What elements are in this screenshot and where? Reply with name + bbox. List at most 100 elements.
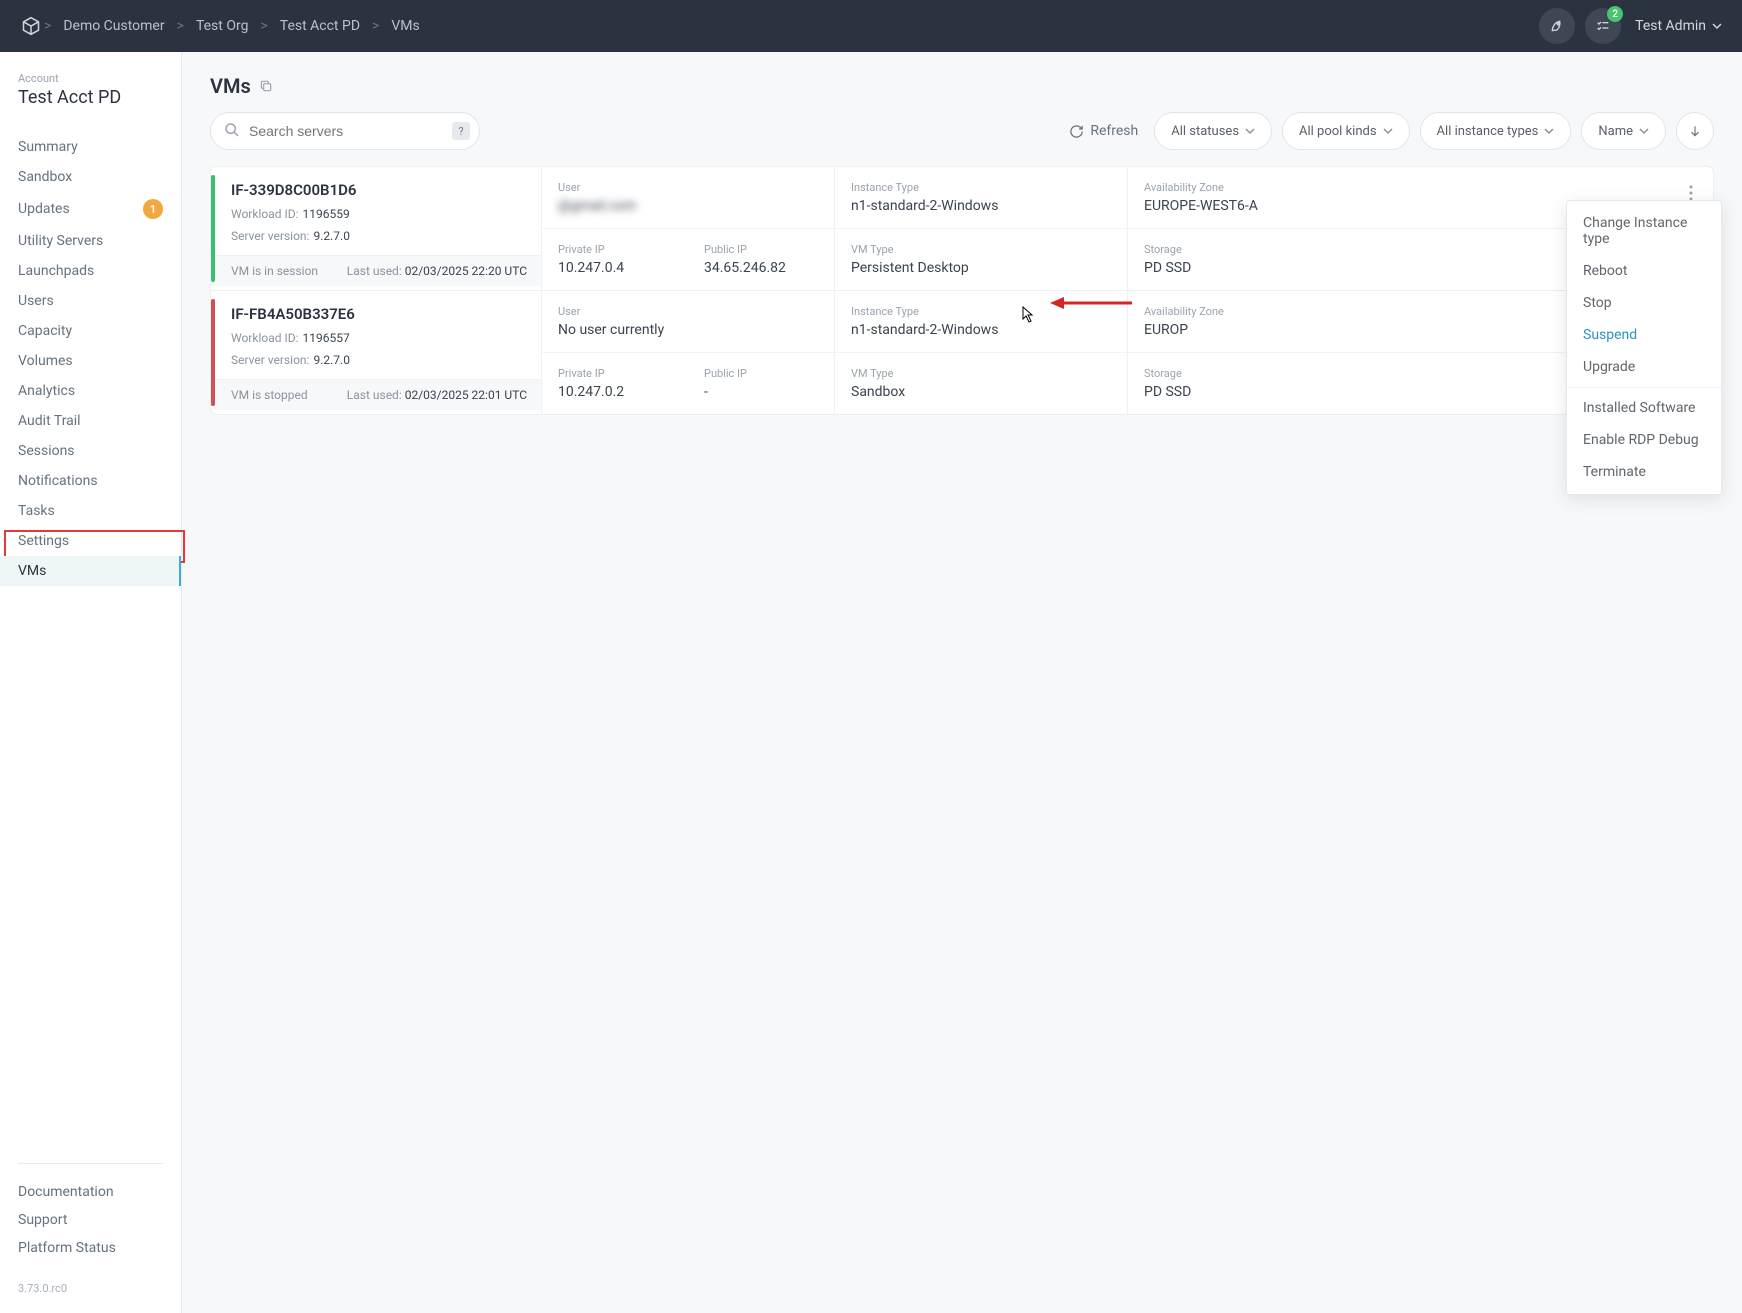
- label-instance-type: Instance Type: [851, 181, 1111, 194]
- vm-last-used: Last used: 02/03/2025 22:20 UTC: [347, 264, 527, 278]
- context-menu: Change Instance typeRebootStopSuspendUpg…: [1566, 200, 1722, 495]
- sidebar-item-sandbox[interactable]: Sandbox: [0, 162, 181, 192]
- chevron-down-icon: [1383, 126, 1393, 136]
- sidebar-item-label: Utility Servers: [18, 233, 103, 249]
- chevron-down-icon: [1245, 126, 1255, 136]
- sidebar-footer-documentation[interactable]: Documentation: [0, 1178, 181, 1206]
- user-menu[interactable]: Test Admin: [1635, 18, 1722, 34]
- sidebar-item-label: Summary: [18, 139, 78, 155]
- menu-item-upgrade[interactable]: Upgrade: [1567, 351, 1721, 383]
- filter-statuses[interactable]: All statuses: [1154, 112, 1272, 150]
- vm-workload: Workload ID:1196559: [231, 207, 527, 221]
- menu-item-enable-rdp-debug[interactable]: Enable RDP Debug: [1567, 424, 1721, 456]
- sidebar-item-sessions[interactable]: Sessions: [0, 436, 181, 466]
- sidebar-item-settings[interactable]: Settings: [0, 526, 181, 556]
- sidebar-item-capacity[interactable]: Capacity: [0, 316, 181, 346]
- refresh-button[interactable]: Refresh: [1069, 123, 1144, 139]
- menu-item-terminate[interactable]: Terminate: [1567, 456, 1721, 488]
- menu-item-suspend[interactable]: Suspend: [1567, 319, 1721, 351]
- vm-public-ip: -: [704, 384, 818, 400]
- label-storage: Storage: [1144, 367, 1404, 380]
- search-icon: [224, 122, 240, 138]
- sidebar-item-label: Capacity: [18, 323, 72, 339]
- toolbar: ? Refresh All statuses All pool kinds Al…: [210, 112, 1714, 150]
- topbar: > Demo Customer > Test Org > Test Acct P…: [0, 0, 1742, 52]
- label-storage: Storage: [1144, 243, 1404, 256]
- label-private-ip: Private IP: [558, 367, 672, 380]
- search-box: ?: [210, 112, 480, 150]
- label-vm-type: VM Type: [851, 367, 1111, 380]
- account-label: Account: [0, 72, 181, 85]
- sidebar-item-summary[interactable]: Summary: [0, 132, 181, 162]
- sidebar-item-audit-trail[interactable]: Audit Trail: [0, 406, 181, 436]
- vm-status-text: VM is in session: [231, 264, 318, 278]
- vm-name: IF-339D8C00B1D6: [231, 181, 527, 199]
- breadcrumb-sep: >: [42, 18, 53, 34]
- notification-badge: 2: [1607, 6, 1623, 22]
- status-strip: [211, 175, 215, 282]
- vm-workload: Workload ID:1196557: [231, 331, 527, 345]
- vm-type: Sandbox: [851, 384, 1111, 400]
- sidebar-item-label: Settings: [18, 533, 69, 549]
- sidebar-item-label: VMs: [18, 563, 46, 579]
- copy-icon[interactable]: [259, 79, 273, 93]
- label-user: User: [558, 305, 818, 318]
- chevron-down-icon: [1639, 126, 1649, 136]
- tasks-icon[interactable]: 2: [1585, 8, 1621, 44]
- sidebar-item-launchpads[interactable]: Launchpads: [0, 256, 181, 286]
- sidebar-item-analytics[interactable]: Analytics: [0, 376, 181, 406]
- sidebar-item-label: Tasks: [18, 503, 55, 519]
- label-public-ip: Public IP: [704, 243, 818, 256]
- help-icon[interactable]: ?: [452, 122, 470, 140]
- breadcrumb-item[interactable]: Demo Customer: [53, 18, 174, 34]
- sidebar-item-label: Launchpads: [18, 263, 94, 279]
- vm-status-text: VM is stopped: [231, 388, 308, 402]
- sidebar-item-label: Sandbox: [18, 169, 72, 185]
- chevron-down-icon: [1544, 126, 1554, 136]
- sidebar-item-utility-servers[interactable]: Utility Servers: [0, 226, 181, 256]
- label-instance-type: Instance Type: [851, 305, 1111, 318]
- sort-direction-button[interactable]: [1676, 112, 1714, 150]
- vm-server-version: Server version:9.2.7.0: [231, 229, 527, 243]
- logo-icon[interactable]: [20, 15, 42, 37]
- sidebar-item-label: Updates: [18, 201, 70, 217]
- vm-card: IF-FB4A50B337E6 Workload ID:1196557 Serv…: [211, 291, 1713, 414]
- sidebar-item-label: Users: [18, 293, 54, 309]
- sidebar-item-updates[interactable]: Updates 1: [0, 192, 181, 226]
- vm-name: IF-FB4A50B337E6: [231, 305, 527, 323]
- page-title: VMs: [210, 74, 1714, 98]
- menu-item-reboot[interactable]: Reboot: [1567, 255, 1721, 287]
- sidebar-item-label: Notifications: [18, 473, 98, 489]
- vm-public-ip: 34.65.246.82: [704, 260, 818, 276]
- menu-item-stop[interactable]: Stop: [1567, 287, 1721, 319]
- version-text: 3.73.0.rc0: [0, 1262, 181, 1301]
- sidebar-item-users[interactable]: Users: [0, 286, 181, 316]
- badge: 1: [143, 199, 163, 219]
- label-availability-zone: Availability Zone: [1144, 181, 1404, 194]
- sidebar-item-volumes[interactable]: Volumes: [0, 346, 181, 376]
- breadcrumb-item[interactable]: Test Acct PD: [270, 18, 370, 34]
- search-input[interactable]: [210, 112, 480, 150]
- vm-availability-zone: EUROP: [1144, 322, 1404, 338]
- sort-button[interactable]: Name: [1581, 112, 1666, 150]
- menu-item-installed-software[interactable]: Installed Software: [1567, 392, 1721, 424]
- sidebar-footer-platform-status[interactable]: Platform Status: [0, 1234, 181, 1262]
- menu-item-change-instance-type[interactable]: Change Instance type: [1567, 207, 1721, 255]
- main-content: VMs ? Refresh All statuses All pool kind…: [182, 52, 1742, 1313]
- filter-instance-types[interactable]: All instance types: [1420, 112, 1572, 150]
- breadcrumb-sep: >: [175, 18, 186, 34]
- arrow-down-icon: [1688, 124, 1702, 138]
- breadcrumb-item[interactable]: Test Org: [186, 18, 259, 34]
- rocket-icon[interactable]: [1539, 8, 1575, 44]
- sidebar-item-label: Analytics: [18, 383, 75, 399]
- vm-storage: PD SSD: [1144, 384, 1404, 400]
- sidebar-item-notifications[interactable]: Notifications: [0, 466, 181, 496]
- filter-pool-kinds[interactable]: All pool kinds: [1282, 112, 1410, 150]
- vm-private-ip: 10.247.0.2: [558, 384, 672, 400]
- sidebar-footer-support[interactable]: Support: [0, 1206, 181, 1234]
- label-availability-zone: Availability Zone: [1144, 305, 1404, 318]
- sidebar-item-tasks[interactable]: Tasks: [0, 496, 181, 526]
- vm-type: Persistent Desktop: [851, 260, 1111, 276]
- sidebar-item-vms[interactable]: VMs: [0, 556, 181, 586]
- breadcrumb-item[interactable]: VMs: [381, 18, 429, 34]
